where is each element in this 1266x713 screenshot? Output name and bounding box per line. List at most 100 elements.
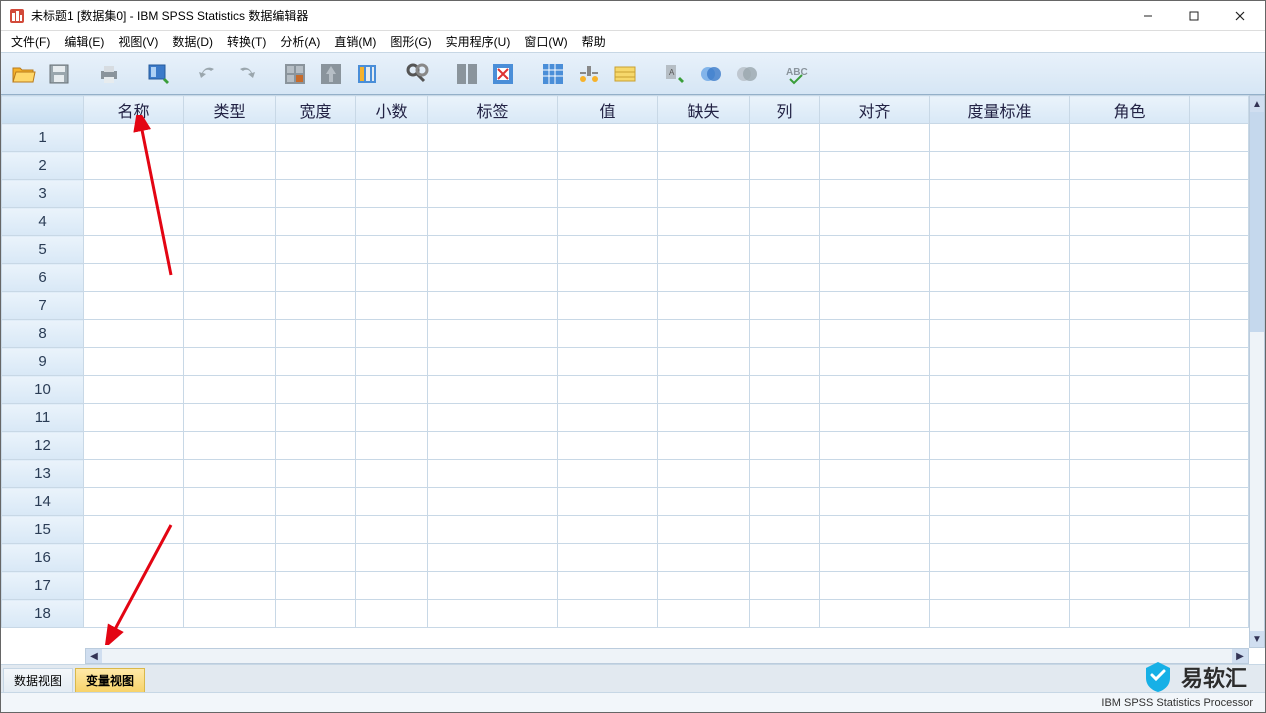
cell[interactable] [428, 432, 558, 460]
cell[interactable] [1070, 208, 1190, 236]
cell[interactable] [1190, 264, 1249, 292]
col-name[interactable]: 名称 [84, 96, 184, 124]
cell[interactable] [750, 236, 820, 264]
cell[interactable] [184, 460, 276, 488]
row-number[interactable]: 16 [2, 544, 84, 572]
cell[interactable] [820, 124, 930, 152]
row-number[interactable]: 1 [2, 124, 84, 152]
cell[interactable] [820, 292, 930, 320]
cell[interactable] [84, 264, 184, 292]
cell[interactable] [1190, 180, 1249, 208]
cell[interactable] [428, 236, 558, 264]
cell[interactable] [820, 544, 930, 572]
cell[interactable] [276, 292, 356, 320]
cell[interactable] [184, 124, 276, 152]
cell[interactable] [750, 544, 820, 572]
cell[interactable] [356, 516, 428, 544]
cell[interactable] [558, 348, 658, 376]
cell[interactable] [820, 208, 930, 236]
cell[interactable] [930, 180, 1070, 208]
cell[interactable] [1070, 404, 1190, 432]
cell[interactable] [1190, 208, 1249, 236]
cell[interactable] [658, 152, 750, 180]
cell[interactable] [356, 208, 428, 236]
cell[interactable] [428, 544, 558, 572]
cell[interactable] [558, 208, 658, 236]
cell[interactable] [750, 404, 820, 432]
row-number[interactable]: 6 [2, 264, 84, 292]
horizontal-scrollbar[interactable]: ◀ ▶ [85, 648, 1249, 664]
col-width[interactable]: 宽度 [276, 96, 356, 124]
table-row[interactable]: 6 [2, 264, 1249, 292]
cell[interactable] [1070, 320, 1190, 348]
undo-button[interactable] [193, 58, 225, 90]
cell[interactable] [750, 348, 820, 376]
cell[interactable] [184, 236, 276, 264]
table-row[interactable]: 5 [2, 236, 1249, 264]
cell[interactable] [356, 124, 428, 152]
sets-b-button[interactable] [731, 58, 763, 90]
cell[interactable] [658, 320, 750, 348]
cell[interactable] [1190, 516, 1249, 544]
cell[interactable] [84, 180, 184, 208]
cell[interactable] [930, 488, 1070, 516]
cell[interactable] [276, 544, 356, 572]
cell[interactable] [276, 488, 356, 516]
menu-window[interactable]: 窗口(W) [518, 31, 573, 52]
cell[interactable] [820, 460, 930, 488]
cell[interactable] [184, 600, 276, 628]
cell[interactable] [750, 124, 820, 152]
row-number[interactable]: 5 [2, 236, 84, 264]
table-row[interactable]: 8 [2, 320, 1249, 348]
cell[interactable] [558, 264, 658, 292]
cell[interactable] [184, 208, 276, 236]
cell[interactable] [84, 544, 184, 572]
menu-help[interactable]: 帮助 [576, 31, 612, 52]
cell[interactable] [428, 376, 558, 404]
cell[interactable] [356, 236, 428, 264]
table-row[interactable]: 11 [2, 404, 1249, 432]
table-row[interactable]: 9 [2, 348, 1249, 376]
cell[interactable] [820, 488, 930, 516]
cell[interactable] [84, 208, 184, 236]
cell[interactable] [356, 460, 428, 488]
cell[interactable] [658, 124, 750, 152]
cell[interactable] [930, 572, 1070, 600]
cell[interactable] [1190, 460, 1249, 488]
cell[interactable] [184, 488, 276, 516]
cell[interactable] [930, 544, 1070, 572]
col-col[interactable]: 列 [750, 96, 820, 124]
cell[interactable] [930, 460, 1070, 488]
cell[interactable] [428, 516, 558, 544]
tab-variable-view[interactable]: 变量视图 [75, 668, 145, 692]
cell[interactable] [558, 516, 658, 544]
table-row[interactable]: 4 [2, 208, 1249, 236]
row-number[interactable]: 3 [2, 180, 84, 208]
cell[interactable] [356, 600, 428, 628]
variable-grid[interactable]: 名称 类型 宽度 小数 标签 值 缺失 列 对齐 度量标准 角色 123456 [1, 95, 1249, 628]
table-row[interactable]: 15 [2, 516, 1249, 544]
redo-button[interactable] [229, 58, 261, 90]
minimize-button[interactable] [1125, 2, 1171, 30]
cell[interactable] [184, 264, 276, 292]
cell[interactable] [930, 348, 1070, 376]
cell[interactable] [428, 180, 558, 208]
cell[interactable] [1190, 600, 1249, 628]
cell[interactable] [820, 348, 930, 376]
cell[interactable] [558, 432, 658, 460]
open-button[interactable] [7, 58, 39, 90]
cell[interactable] [820, 236, 930, 264]
cell[interactable] [428, 264, 558, 292]
table-row[interactable]: 7 [2, 292, 1249, 320]
cell[interactable] [558, 292, 658, 320]
show-all-button[interactable]: A [659, 58, 691, 90]
cell[interactable] [750, 208, 820, 236]
cell[interactable] [658, 404, 750, 432]
tab-data-view[interactable]: 数据视图 [3, 668, 73, 692]
cell[interactable] [820, 572, 930, 600]
cell[interactable] [356, 180, 428, 208]
cell[interactable] [930, 292, 1070, 320]
cell[interactable] [930, 264, 1070, 292]
cell[interactable] [356, 572, 428, 600]
cell[interactable] [930, 208, 1070, 236]
